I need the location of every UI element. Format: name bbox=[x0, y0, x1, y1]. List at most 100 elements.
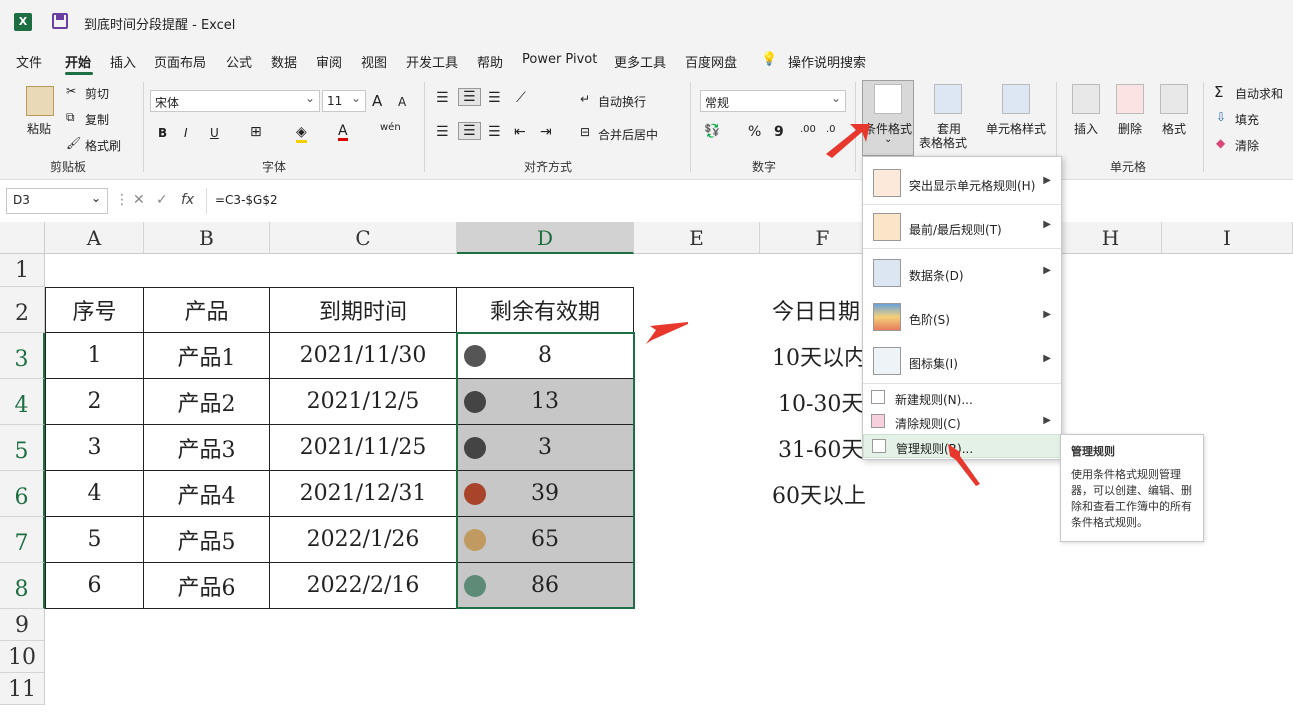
clear-button[interactable]: 清除 bbox=[1235, 137, 1259, 154]
menu-page-layout[interactable]: 页面布局 bbox=[154, 52, 206, 71]
currency-icon[interactable]: 💱 bbox=[704, 124, 720, 139]
enter-icon[interactable]: ✓ bbox=[156, 192, 168, 208]
menu-insert[interactable]: 插入 bbox=[110, 52, 136, 71]
paste-button[interactable]: 粘贴 bbox=[27, 120, 51, 137]
align-top-icon[interactable]: ☰ bbox=[436, 90, 449, 106]
table-cell[interactable]: 产品2 bbox=[143, 378, 270, 425]
font-color-button[interactable]: A bbox=[338, 124, 348, 141]
fill-color-icon[interactable]: ◈ bbox=[296, 124, 307, 143]
italic-button[interactable]: I bbox=[184, 126, 188, 140]
delete-cells-button[interactable]: 删除 bbox=[1118, 120, 1142, 137]
wrap-text-icon[interactable]: ↵ bbox=[580, 92, 590, 106]
font-size-select[interactable]: 11 bbox=[322, 90, 366, 112]
grow-font-button[interactable]: A bbox=[372, 92, 382, 110]
search-tell-me[interactable]: 操作说明搜索 bbox=[788, 52, 866, 71]
table-cell[interactable]: 2022/2/16 bbox=[269, 562, 457, 609]
scissors-icon[interactable]: ✂ bbox=[66, 84, 76, 98]
table-cell[interactable]: 2021/12/31 bbox=[269, 470, 457, 517]
header-cell-date[interactable]: 到期时间 bbox=[269, 287, 457, 333]
paste-icon[interactable] bbox=[26, 86, 54, 116]
merge-icon[interactable]: ⊟ bbox=[580, 125, 590, 139]
copy-icon[interactable]: ⧉ bbox=[66, 110, 75, 125]
column-header-i[interactable]: I bbox=[1162, 222, 1293, 254]
merge-center-button[interactable]: 合并后居中 bbox=[598, 126, 658, 143]
row-header-6[interactable]: 6 bbox=[0, 471, 45, 517]
shrink-font-button[interactable]: A bbox=[398, 95, 406, 109]
fill-button[interactable]: 填充 bbox=[1235, 111, 1259, 128]
menu-item-color-scales[interactable]: 色阶(S) ▶ bbox=[863, 297, 1061, 337]
eraser-icon[interactable]: ◆ bbox=[1216, 136, 1225, 150]
row-header-8[interactable]: 8 bbox=[0, 563, 45, 609]
menu-item-top-bottom-rules[interactable]: 最前/最后规则(T) ▶ bbox=[863, 207, 1061, 247]
menu-developer[interactable]: 开发工具 bbox=[406, 52, 458, 71]
decrease-indent-icon[interactable]: ⇤ bbox=[514, 124, 526, 140]
table-cell[interactable]: 2021/11/30 bbox=[269, 332, 457, 379]
number-format-select[interactable]: 常规 bbox=[700, 90, 846, 112]
fill-down-icon[interactable]: ⇩ bbox=[1216, 110, 1226, 124]
menu-item-clear-rules[interactable]: 清除规则(C) ▶ bbox=[863, 410, 1061, 434]
percent-button[interactable]: % bbox=[748, 124, 761, 140]
remain-cell[interactable]: 13 bbox=[456, 378, 634, 425]
table-cell[interactable]: 产品6 bbox=[143, 562, 270, 609]
column-header-a[interactable]: A bbox=[45, 222, 144, 254]
table-cell[interactable]: 产品4 bbox=[143, 470, 270, 517]
table-cell[interactable]: 3 bbox=[45, 424, 144, 471]
formula-input[interactable]: =C3-$G$2 bbox=[206, 188, 1293, 214]
border-icon[interactable]: ⊞ bbox=[250, 124, 262, 140]
menu-baidu[interactable]: 百度网盘 bbox=[685, 52, 737, 71]
format-painter-button[interactable]: 格式刷 bbox=[85, 137, 121, 154]
table-cell[interactable]: 5 bbox=[45, 516, 144, 563]
align-middle-icon[interactable]: ☰ bbox=[458, 88, 481, 106]
increase-decimal-icon[interactable]: .00 bbox=[800, 124, 816, 135]
f-label-60plus[interactable]: 60天以上 bbox=[760, 471, 886, 517]
header-cell-product[interactable]: 产品 bbox=[143, 287, 270, 333]
chevron-down-icon[interactable]: ⌄ bbox=[884, 134, 892, 145]
row-header-9[interactable]: 9 bbox=[0, 609, 45, 641]
table-cell[interactable]: 6 bbox=[45, 562, 144, 609]
table-cell[interactable]: 1 bbox=[45, 332, 144, 379]
table-cell[interactable]: 2021/12/5 bbox=[269, 378, 457, 425]
wrap-text-button[interactable]: 自动换行 bbox=[598, 93, 646, 110]
menu-item-data-bars[interactable]: 数据条(D) ▶ bbox=[863, 253, 1061, 293]
table-format-icon[interactable] bbox=[934, 84, 962, 114]
menu-view[interactable]: 视图 bbox=[361, 52, 387, 71]
table-cell[interactable]: 2022/1/26 bbox=[269, 516, 457, 563]
decrease-decimal-icon[interactable]: .0 bbox=[826, 124, 836, 135]
menu-item-manage-rules[interactable]: 管理规则(R)... bbox=[863, 434, 1061, 458]
copy-button[interactable]: 复制 bbox=[85, 111, 109, 128]
menu-power-pivot[interactable]: Power Pivot bbox=[522, 52, 597, 67]
row-header-7[interactable]: 7 bbox=[0, 517, 45, 563]
menu-file[interactable]: 文件 bbox=[16, 52, 42, 71]
remain-cell[interactable]: 86 bbox=[456, 562, 634, 609]
header-cell-no[interactable]: 序号 bbox=[45, 287, 144, 333]
orientation-icon[interactable]: ⟋ bbox=[516, 90, 526, 106]
menu-home[interactable]: 开始 bbox=[65, 52, 91, 71]
cell-style-icon[interactable] bbox=[1002, 84, 1030, 114]
delete-cells-icon[interactable] bbox=[1116, 84, 1144, 114]
table-cell[interactable]: 产品3 bbox=[143, 424, 270, 471]
column-header-d[interactable]: D bbox=[457, 222, 634, 254]
menu-data[interactable]: 数据 bbox=[271, 52, 297, 71]
underline-button[interactable]: U bbox=[210, 126, 219, 140]
row-header-4[interactable]: 4 bbox=[0, 379, 45, 425]
table-cell[interactable]: 2021/11/25 bbox=[269, 424, 457, 471]
header-cell-remain[interactable]: 剩余有效期 bbox=[456, 287, 634, 333]
table-cell[interactable]: 4 bbox=[45, 470, 144, 517]
table-cell[interactable]: 2 bbox=[45, 378, 144, 425]
table-cell[interactable]: 产品5 bbox=[143, 516, 270, 563]
name-box[interactable]: D3 bbox=[6, 188, 108, 214]
row-header-10[interactable]: 10 bbox=[0, 641, 45, 673]
menu-more-tools[interactable]: 更多工具 bbox=[614, 52, 666, 71]
align-left-icon[interactable]: ☰ bbox=[436, 124, 449, 140]
menu-item-icon-sets[interactable]: 图标集(I) ▶ bbox=[863, 341, 1061, 381]
align-right-icon[interactable]: ☰ bbox=[488, 124, 501, 140]
format-painter-icon[interactable]: 🖌 bbox=[66, 136, 81, 150]
conditional-format-icon[interactable] bbox=[874, 84, 902, 114]
align-bottom-icon[interactable]: ☰ bbox=[488, 90, 501, 106]
menu-review[interactable]: 审阅 bbox=[316, 52, 342, 71]
row-header-11[interactable]: 11 bbox=[0, 673, 45, 705]
column-header-h[interactable]: H bbox=[1060, 222, 1162, 254]
menu-item-highlight-rules[interactable]: 突出显示单元格规则(H) ▶ bbox=[863, 163, 1061, 203]
row-header-3[interactable]: 3 bbox=[0, 333, 45, 379]
increase-indent-icon[interactable]: ⇥ bbox=[540, 124, 552, 140]
